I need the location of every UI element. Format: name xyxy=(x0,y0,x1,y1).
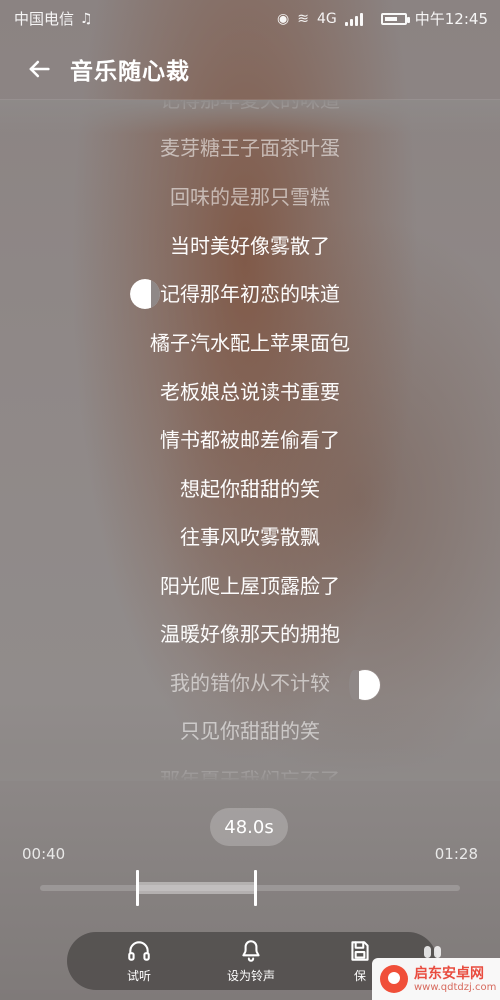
battery-icon xyxy=(380,12,410,25)
watermark-logo xyxy=(380,965,408,993)
lyric-line[interactable]: 回味的是那只雪糕 xyxy=(0,183,500,211)
selection-end-time: 01:28 xyxy=(434,845,478,863)
time-label: 中午12:45 xyxy=(414,10,488,28)
watermark-url: www.qdtdzj.com xyxy=(414,982,497,993)
lyric-line[interactable]: 温暖好像那天的拥抱 xyxy=(0,620,500,648)
eye-icon: ◉ xyxy=(277,10,290,27)
end-lyric-handle[interactable] xyxy=(349,670,380,700)
site-watermark: 启东安卓网 www.qdtdzj.com xyxy=(372,958,500,1000)
lyric-line[interactable]: 往事风吹雾散飘 xyxy=(0,523,500,551)
selection-start-time: 00:40 xyxy=(22,845,66,863)
save-icon xyxy=(351,941,369,961)
status-right: ◉ ≋ 4G 中午12:45 xyxy=(277,8,488,29)
more-icon[interactable] xyxy=(434,946,441,958)
clip-end-handle[interactable] xyxy=(254,870,258,906)
status-left: 中国电信 ♫ xyxy=(14,8,93,29)
lyric-line[interactable]: 记得那年初恋的味道 xyxy=(0,280,500,308)
start-lyric-handle[interactable] xyxy=(130,279,160,309)
top-app-bar: 音乐随心裁 xyxy=(0,42,500,96)
set-ringtone-label: 设为铃声 xyxy=(226,969,275,983)
listen-label: 试听 xyxy=(126,969,151,983)
page-title: 音乐随心裁 xyxy=(70,59,190,85)
headphones-icon xyxy=(128,941,150,961)
lyric-line[interactable]: 想起你甜甜的笑 xyxy=(0,475,500,503)
lyric-line[interactable]: 麦芽糖王子面茶叶蛋 xyxy=(0,134,500,162)
lyric-line[interactable]: 只见你甜甜的笑 xyxy=(0,717,500,745)
listen-button[interactable]: 试听 xyxy=(115,938,163,984)
music-note-icon: ♫ xyxy=(80,10,93,27)
screen: 中国电信 ♫ ◉ ≋ 4G 中午12:45 音乐随心裁 记得那年夏天的味道 麦芽… xyxy=(0,0,500,1000)
signal-icon xyxy=(344,12,373,26)
selection-duration-badge: 48.0s xyxy=(210,808,288,846)
arrow-left-icon xyxy=(29,60,50,78)
lyric-line[interactable]: 那年夏天我们忘不了 xyxy=(0,766,500,780)
lyric-line[interactable]: 我的错你从不计较 xyxy=(0,669,500,697)
lyric-line[interactable]: 老板娘总说读书重要 xyxy=(0,378,500,406)
clip-start-handle[interactable] xyxy=(135,870,139,906)
network-label: 4G xyxy=(317,10,337,27)
lyrics-area[interactable]: 记得那年夏天的味道 麦芽糖王子面茶叶蛋 回味的是那只雪糕 当时美好像雾散了 记得… xyxy=(0,100,500,780)
save-label: 保 xyxy=(353,969,366,983)
status-bar: 中国电信 ♫ ◉ ≋ 4G 中午12:45 xyxy=(0,0,500,36)
carrier-label: 中国电信 xyxy=(14,10,75,28)
more-icon[interactable] xyxy=(424,946,431,958)
wifi-icon: ≋ xyxy=(297,10,309,27)
lyric-line[interactable]: 情书都被邮差偷看了 xyxy=(0,426,500,454)
lyric-line[interactable]: 阳光爬上屋顶露脸了 xyxy=(0,572,500,600)
set-ringtone-button[interactable]: 设为铃声 xyxy=(217,938,285,984)
back-button[interactable] xyxy=(12,42,66,96)
watermark-title: 启东安卓网 xyxy=(414,966,484,982)
clip-selection-range[interactable] xyxy=(137,882,256,894)
lyric-line[interactable]: 记得那年夏天的味道 xyxy=(0,100,500,114)
lyric-line[interactable]: 当时美好像雾散了 xyxy=(0,232,500,260)
bell-icon xyxy=(242,940,260,962)
lyric-line[interactable]: 橘子汽水配上苹果面包 xyxy=(0,329,500,357)
